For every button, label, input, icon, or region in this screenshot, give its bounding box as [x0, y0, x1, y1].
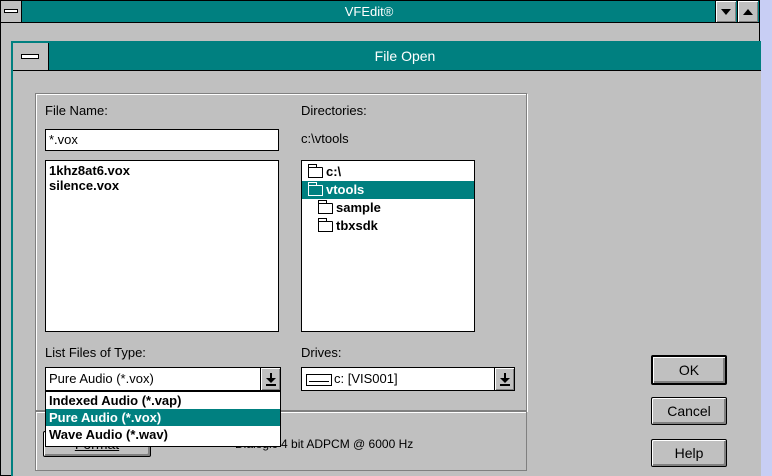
dialog-title: File Open [374, 48, 436, 64]
file-open-dialog: File Open File Name: *.vox 1khz8at6.vox … [11, 41, 761, 476]
app-system-menu-icon[interactable] [1, 1, 22, 22]
file-name-label: File Name: [45, 103, 108, 118]
open-folder-icon [308, 181, 323, 196]
drive-icon [306, 374, 332, 386]
directory-item[interactable]: sample [302, 199, 474, 217]
file-type-dropdown-icon[interactable] [260, 368, 280, 390]
directories-label: Directories: [301, 103, 367, 118]
minimize-icon[interactable] [715, 1, 736, 22]
drives-dropdown-icon[interactable] [494, 368, 514, 390]
directory-item[interactable]: c:\ [302, 163, 474, 181]
file-type-option-selected[interactable]: Pure Audio (*.vox) [46, 409, 280, 426]
file-type-label: List Files of Type: [45, 345, 146, 360]
file-name-input[interactable]: *.vox [45, 129, 279, 151]
app-title: VFEdit® [344, 4, 394, 19]
drives-selected: c: [VIS001] [334, 371, 398, 386]
drives-label: Drives: [301, 345, 342, 360]
file-type-select[interactable]: Pure Audio (*.vox) [45, 367, 281, 391]
main-window: VFEdit® File Open File Name: *.vox 1khz8… [0, 0, 761, 476]
directory-item-label: sample [336, 200, 381, 215]
directory-item-selected[interactable]: vtools [302, 181, 474, 199]
cancel-button-label: Cancel [667, 403, 711, 419]
file-list[interactable]: 1khz8at6.vox silence.vox [45, 160, 279, 332]
directory-item[interactable]: tbxsdk [302, 217, 474, 235]
current-path: c:\vtools [301, 131, 349, 146]
directory-item-label: tbxsdk [336, 218, 378, 233]
directory-list[interactable]: c:\ vtools sample tbxsdk [301, 160, 475, 332]
file-type-option[interactable]: Wave Audio (*.wav) [46, 426, 280, 443]
drives-select[interactable]: c: [VIS001] [301, 367, 515, 391]
app-titlebar: VFEdit® [1, 1, 759, 23]
file-type-option[interactable]: Indexed Audio (*.vap) [46, 392, 280, 409]
dialog-system-menu-icon[interactable] [13, 43, 49, 70]
help-button-label: Help [674, 445, 704, 461]
directory-item-label: vtools [326, 182, 365, 197]
folder-icon [318, 199, 333, 214]
file-type-selected: Pure Audio (*.vox) [49, 371, 154, 386]
file-list-item[interactable]: 1khz8at6.vox [46, 163, 278, 178]
dialog-titlebar: File Open [13, 43, 761, 71]
directory-item-label: c:\ [326, 164, 342, 179]
file-list-item[interactable]: silence.vox [46, 178, 278, 193]
help-button[interactable]: Help [651, 439, 727, 467]
ok-button-label: OK [678, 362, 700, 378]
open-folder-icon [308, 163, 323, 178]
folder-icon [318, 217, 333, 232]
maximize-icon[interactable] [737, 1, 758, 22]
ok-button[interactable]: OK [651, 355, 727, 385]
cancel-button[interactable]: Cancel [651, 397, 727, 425]
file-type-dropdown-list[interactable]: Indexed Audio (*.vap) Pure Audio (*.vox)… [45, 391, 281, 447]
